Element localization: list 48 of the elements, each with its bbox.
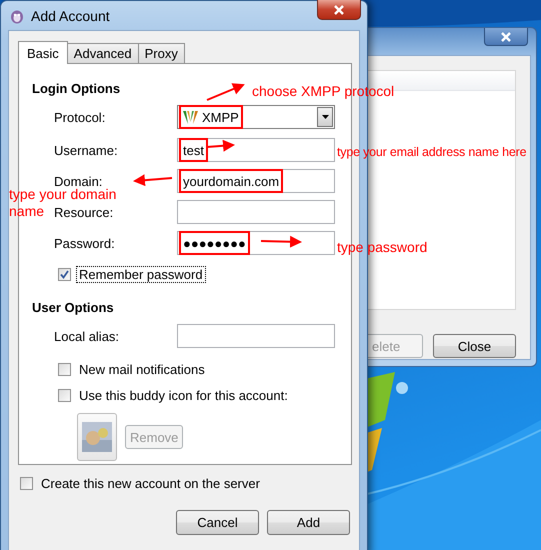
cancel-button[interactable]: Cancel bbox=[176, 510, 259, 535]
input-field[interactable] bbox=[177, 324, 335, 348]
input-field[interactable]: yourdomain.com bbox=[177, 169, 335, 193]
field-label: Password: bbox=[54, 236, 115, 250]
checkbox-label[interactable]: New mail notifications bbox=[76, 360, 208, 378]
input-field[interactable]: ●●●●●●●● bbox=[177, 231, 335, 255]
annotation-arrow bbox=[133, 174, 172, 186]
field-value: ●●●●●●●● bbox=[183, 236, 246, 250]
annotation-text: type your domain bbox=[9, 186, 116, 202]
checkbox[interactable] bbox=[58, 388, 71, 402]
image-icon bbox=[82, 422, 112, 452]
window-title: Add Account bbox=[31, 8, 110, 24]
close-button[interactable] bbox=[484, 28, 528, 46]
tab[interactable]: Basic bbox=[18, 41, 68, 64]
checkbox[interactable] bbox=[58, 362, 71, 376]
field-label: Local alias: bbox=[54, 328, 120, 344]
close-button[interactable]: Close bbox=[433, 334, 516, 358]
field-value: yourdomain.com bbox=[183, 174, 280, 188]
field-value: test bbox=[183, 142, 204, 158]
tab[interactable]: Advanced bbox=[66, 43, 139, 63]
field-label: Protocol: bbox=[54, 110, 106, 124]
annotation-text: type password bbox=[337, 239, 428, 256]
section-heading: User Options bbox=[32, 300, 114, 316]
checkbox[interactable] bbox=[20, 476, 33, 490]
checkbox-label[interactable]: Use this buddy icon for this account: bbox=[76, 386, 291, 404]
annotation-arrow bbox=[206, 140, 235, 152]
close-icon bbox=[333, 4, 345, 14]
annotation-arrow bbox=[260, 236, 302, 248]
section-heading: Login Options bbox=[32, 81, 120, 97]
input-field[interactable] bbox=[177, 200, 335, 224]
checkbox[interactable] bbox=[58, 268, 71, 280]
close-button[interactable] bbox=[317, 0, 361, 20]
field-label: Domain: bbox=[54, 174, 102, 188]
image-button[interactable] bbox=[77, 413, 117, 461]
annotation-text: name bbox=[9, 203, 44, 219]
input-field[interactable]: test bbox=[177, 138, 335, 162]
protocol-dropdown[interactable]: XMPP bbox=[177, 105, 335, 129]
logo-icon bbox=[183, 110, 198, 124]
bird-icon bbox=[9, 8, 25, 24]
field-label: Username: bbox=[54, 142, 118, 158]
close-icon bbox=[500, 32, 512, 42]
field-label: Resource: bbox=[54, 204, 114, 220]
annotation-arrow bbox=[206, 83, 245, 101]
checkbox-label[interactable]: Remember password bbox=[76, 266, 206, 282]
add-button[interactable]: Add bbox=[267, 510, 350, 535]
tab[interactable]: Proxy bbox=[138, 43, 185, 63]
dropdown-value: XMPP bbox=[202, 110, 239, 124]
checkbox-label[interactable]: Create this new account on the server bbox=[38, 474, 263, 492]
